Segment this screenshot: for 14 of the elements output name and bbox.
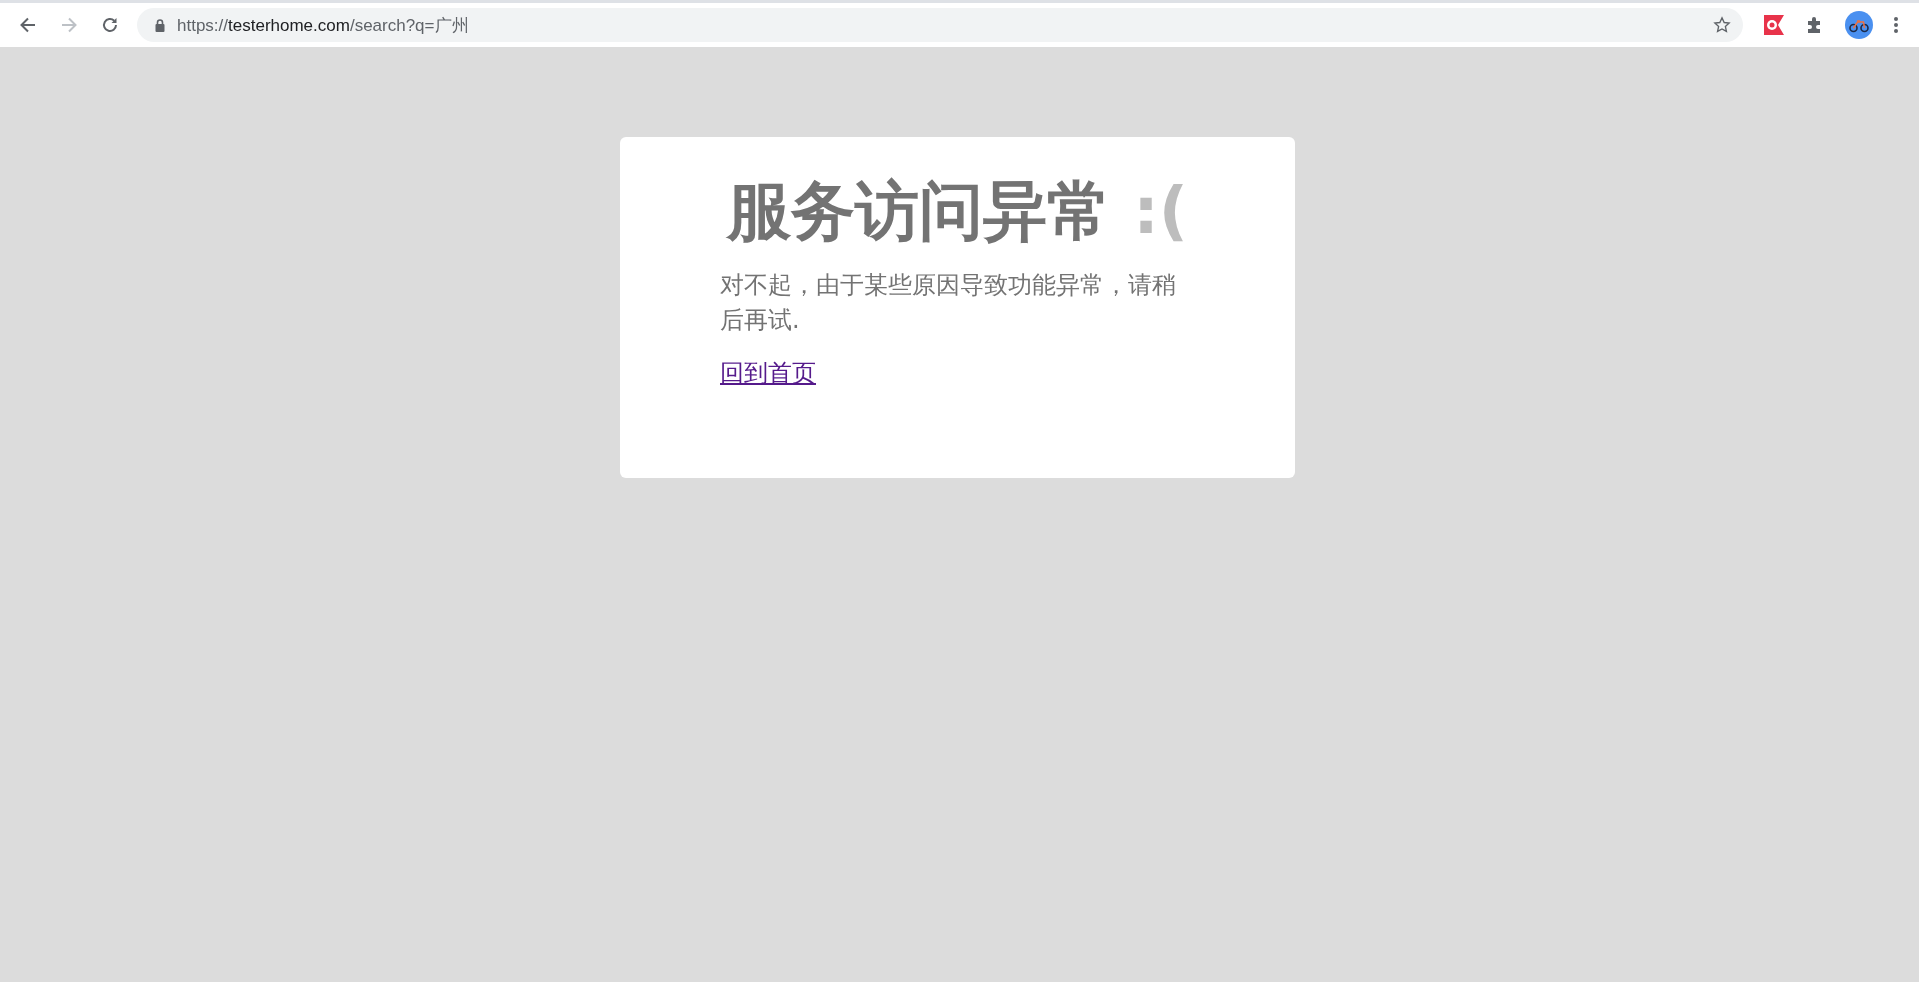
home-link[interactable]: 回到首页 (720, 359, 816, 388)
profile-avatar-icon[interactable] (1845, 11, 1873, 39)
reload-icon (101, 16, 119, 34)
star-icon[interactable] (1713, 16, 1731, 34)
back-arrow-icon (19, 16, 37, 34)
error-message: 对不起，由于某些原因导致功能异常，请稍后再试. (720, 269, 1177, 336)
menu-icon[interactable] (1893, 16, 1899, 34)
lock-icon (155, 18, 165, 32)
sad-emoticon: :( (1133, 174, 1189, 248)
url-text: https://testerhome.com/search?q=广州 (177, 14, 470, 37)
error-title: 服务访问异常 (726, 174, 1111, 248)
extension-icon[interactable] (1763, 14, 1785, 36)
address-bar[interactable]: https://testerhome.com/search?q=广州 (137, 8, 1743, 42)
forward-arrow-icon (60, 16, 78, 34)
